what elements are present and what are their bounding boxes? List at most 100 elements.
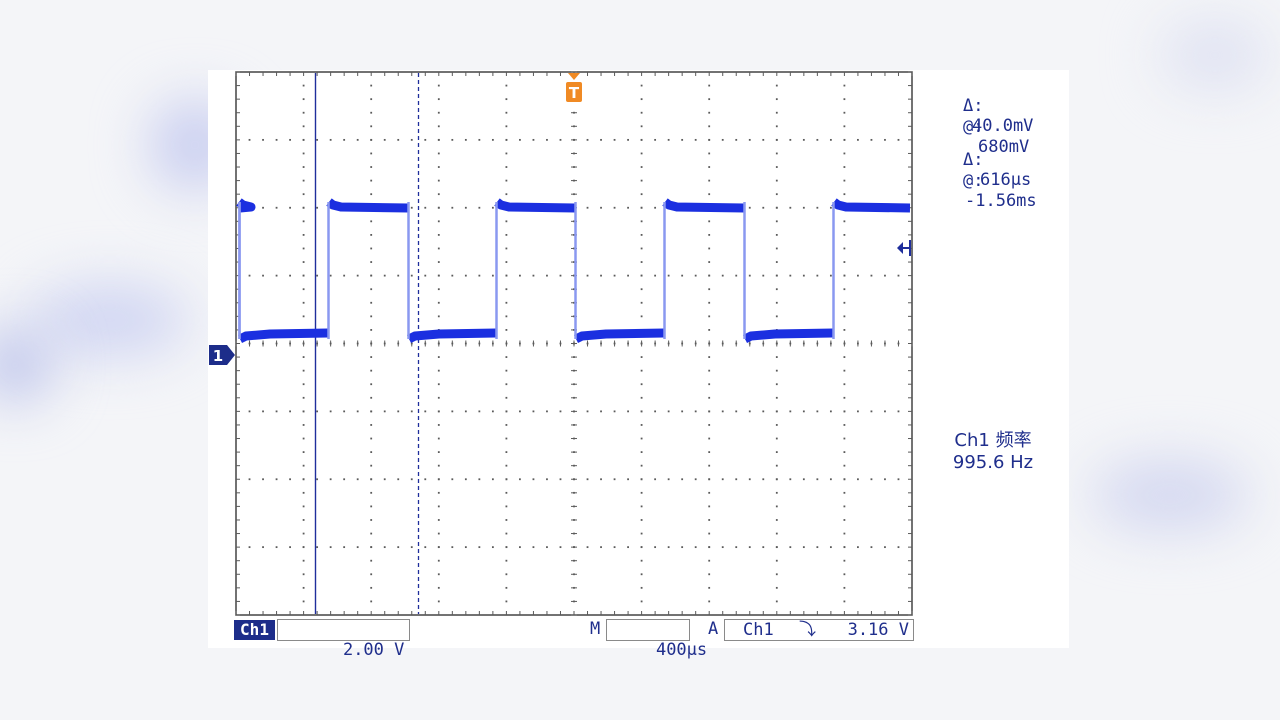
grid-dot xyxy=(356,274,359,277)
time-at-value: -1.56ms xyxy=(965,191,1037,211)
grid-dot xyxy=(505,288,508,291)
grid-dot xyxy=(708,247,711,250)
grid-dot xyxy=(694,274,697,277)
grid-dot xyxy=(329,274,332,277)
grid-dot xyxy=(519,274,521,277)
timebase-value: 400µs xyxy=(655,640,708,660)
grid-dot xyxy=(775,84,778,87)
grid-dot xyxy=(302,451,305,453)
grid-dot xyxy=(491,478,494,481)
grid-dot xyxy=(505,396,508,399)
grid-dot xyxy=(519,546,521,549)
grid-dot xyxy=(316,478,319,481)
grid-dot xyxy=(775,573,778,576)
grid-dot xyxy=(370,166,373,168)
frequency-value: 995.6 Hz xyxy=(952,452,1034,473)
trigger-source: Ch1 xyxy=(743,620,774,640)
grid-dot xyxy=(640,179,643,182)
grid-dot xyxy=(559,546,562,549)
grid-dot xyxy=(437,437,440,440)
ch1-channel-tag[interactable]: Ch1 xyxy=(234,620,275,640)
grid-dot xyxy=(843,546,846,549)
grid-dot xyxy=(640,138,643,141)
grid-dot xyxy=(640,505,643,508)
grid-dot xyxy=(884,410,886,413)
grid-dot xyxy=(289,478,291,481)
grid-dot xyxy=(775,234,778,236)
grid-dot xyxy=(613,546,616,549)
grid-dot xyxy=(640,84,643,87)
grid-dot xyxy=(640,356,643,358)
grid-dot xyxy=(708,111,711,114)
grid-dot xyxy=(370,451,373,453)
grid-dot xyxy=(370,505,373,508)
grid-dot xyxy=(640,369,643,372)
trigger-box[interactable]: Ch1 ⤵ 3.16 V xyxy=(724,619,914,641)
volts-per-div-box[interactable]: 2.00 V xyxy=(277,619,410,660)
grid-dot xyxy=(275,206,278,209)
grid-dot xyxy=(640,546,643,549)
grid-dot xyxy=(478,274,481,277)
grid-dot xyxy=(640,396,643,399)
grid-dot xyxy=(613,138,616,141)
grid-dot xyxy=(437,491,440,494)
grid-dot xyxy=(370,424,373,426)
grid-dot xyxy=(478,546,481,549)
grid-dot xyxy=(546,274,548,277)
grid-dot xyxy=(843,111,846,114)
grid-dot xyxy=(370,396,373,399)
grid-dot xyxy=(505,356,508,358)
grid-dot xyxy=(627,206,629,209)
grid-dot xyxy=(532,274,535,277)
grid-dot xyxy=(789,478,792,481)
grid-dot xyxy=(505,491,508,494)
grid-dot xyxy=(370,410,373,413)
grid-dot xyxy=(437,478,440,481)
grid-dot xyxy=(302,98,305,101)
grid-dot xyxy=(424,478,427,481)
grid-dot xyxy=(843,152,846,155)
grid-dot xyxy=(437,125,440,128)
grid-dot xyxy=(857,478,859,481)
grid-dot xyxy=(370,586,373,589)
grid-dot xyxy=(735,274,738,277)
grid-dot xyxy=(802,138,805,141)
grid-dot xyxy=(478,478,481,481)
grid-dot xyxy=(289,410,291,413)
grid-dot xyxy=(505,600,508,603)
grid-dot xyxy=(829,546,832,549)
grid-dot xyxy=(370,261,373,263)
grid-dot xyxy=(775,586,778,589)
grid-dot xyxy=(370,437,373,440)
grid-dot xyxy=(586,478,589,481)
grid-dot xyxy=(843,329,846,331)
grid-dot xyxy=(857,138,859,141)
grid-dot xyxy=(816,546,819,549)
grid-dot xyxy=(532,546,535,549)
grid-dot xyxy=(775,220,778,223)
grid-dot xyxy=(519,138,521,141)
ch1-ground-marker[interactable]: 1 xyxy=(209,345,235,365)
grid-dot xyxy=(505,152,508,155)
grid-dot xyxy=(370,152,373,155)
grid-dot xyxy=(410,138,413,141)
grid-dot xyxy=(708,193,711,196)
background-blob xyxy=(0,330,50,400)
grid-dot xyxy=(370,546,373,549)
grid-dot xyxy=(708,464,711,467)
grid-dot xyxy=(802,478,805,481)
grid-dot xyxy=(775,505,778,508)
grid-dot xyxy=(694,478,697,481)
grid-dot xyxy=(735,138,738,141)
grid-dot xyxy=(640,383,643,386)
grid-dot xyxy=(600,138,602,141)
timebase-box[interactable]: 400µs xyxy=(606,619,707,660)
grid-dot xyxy=(343,410,346,413)
trigger-marker-label: T xyxy=(569,84,580,102)
grid-dot xyxy=(329,546,332,549)
grid-dot xyxy=(640,206,643,209)
grid-dot xyxy=(370,220,373,223)
grid-dot xyxy=(748,546,751,549)
grid-dot xyxy=(302,505,305,508)
grid-dot xyxy=(600,274,602,277)
